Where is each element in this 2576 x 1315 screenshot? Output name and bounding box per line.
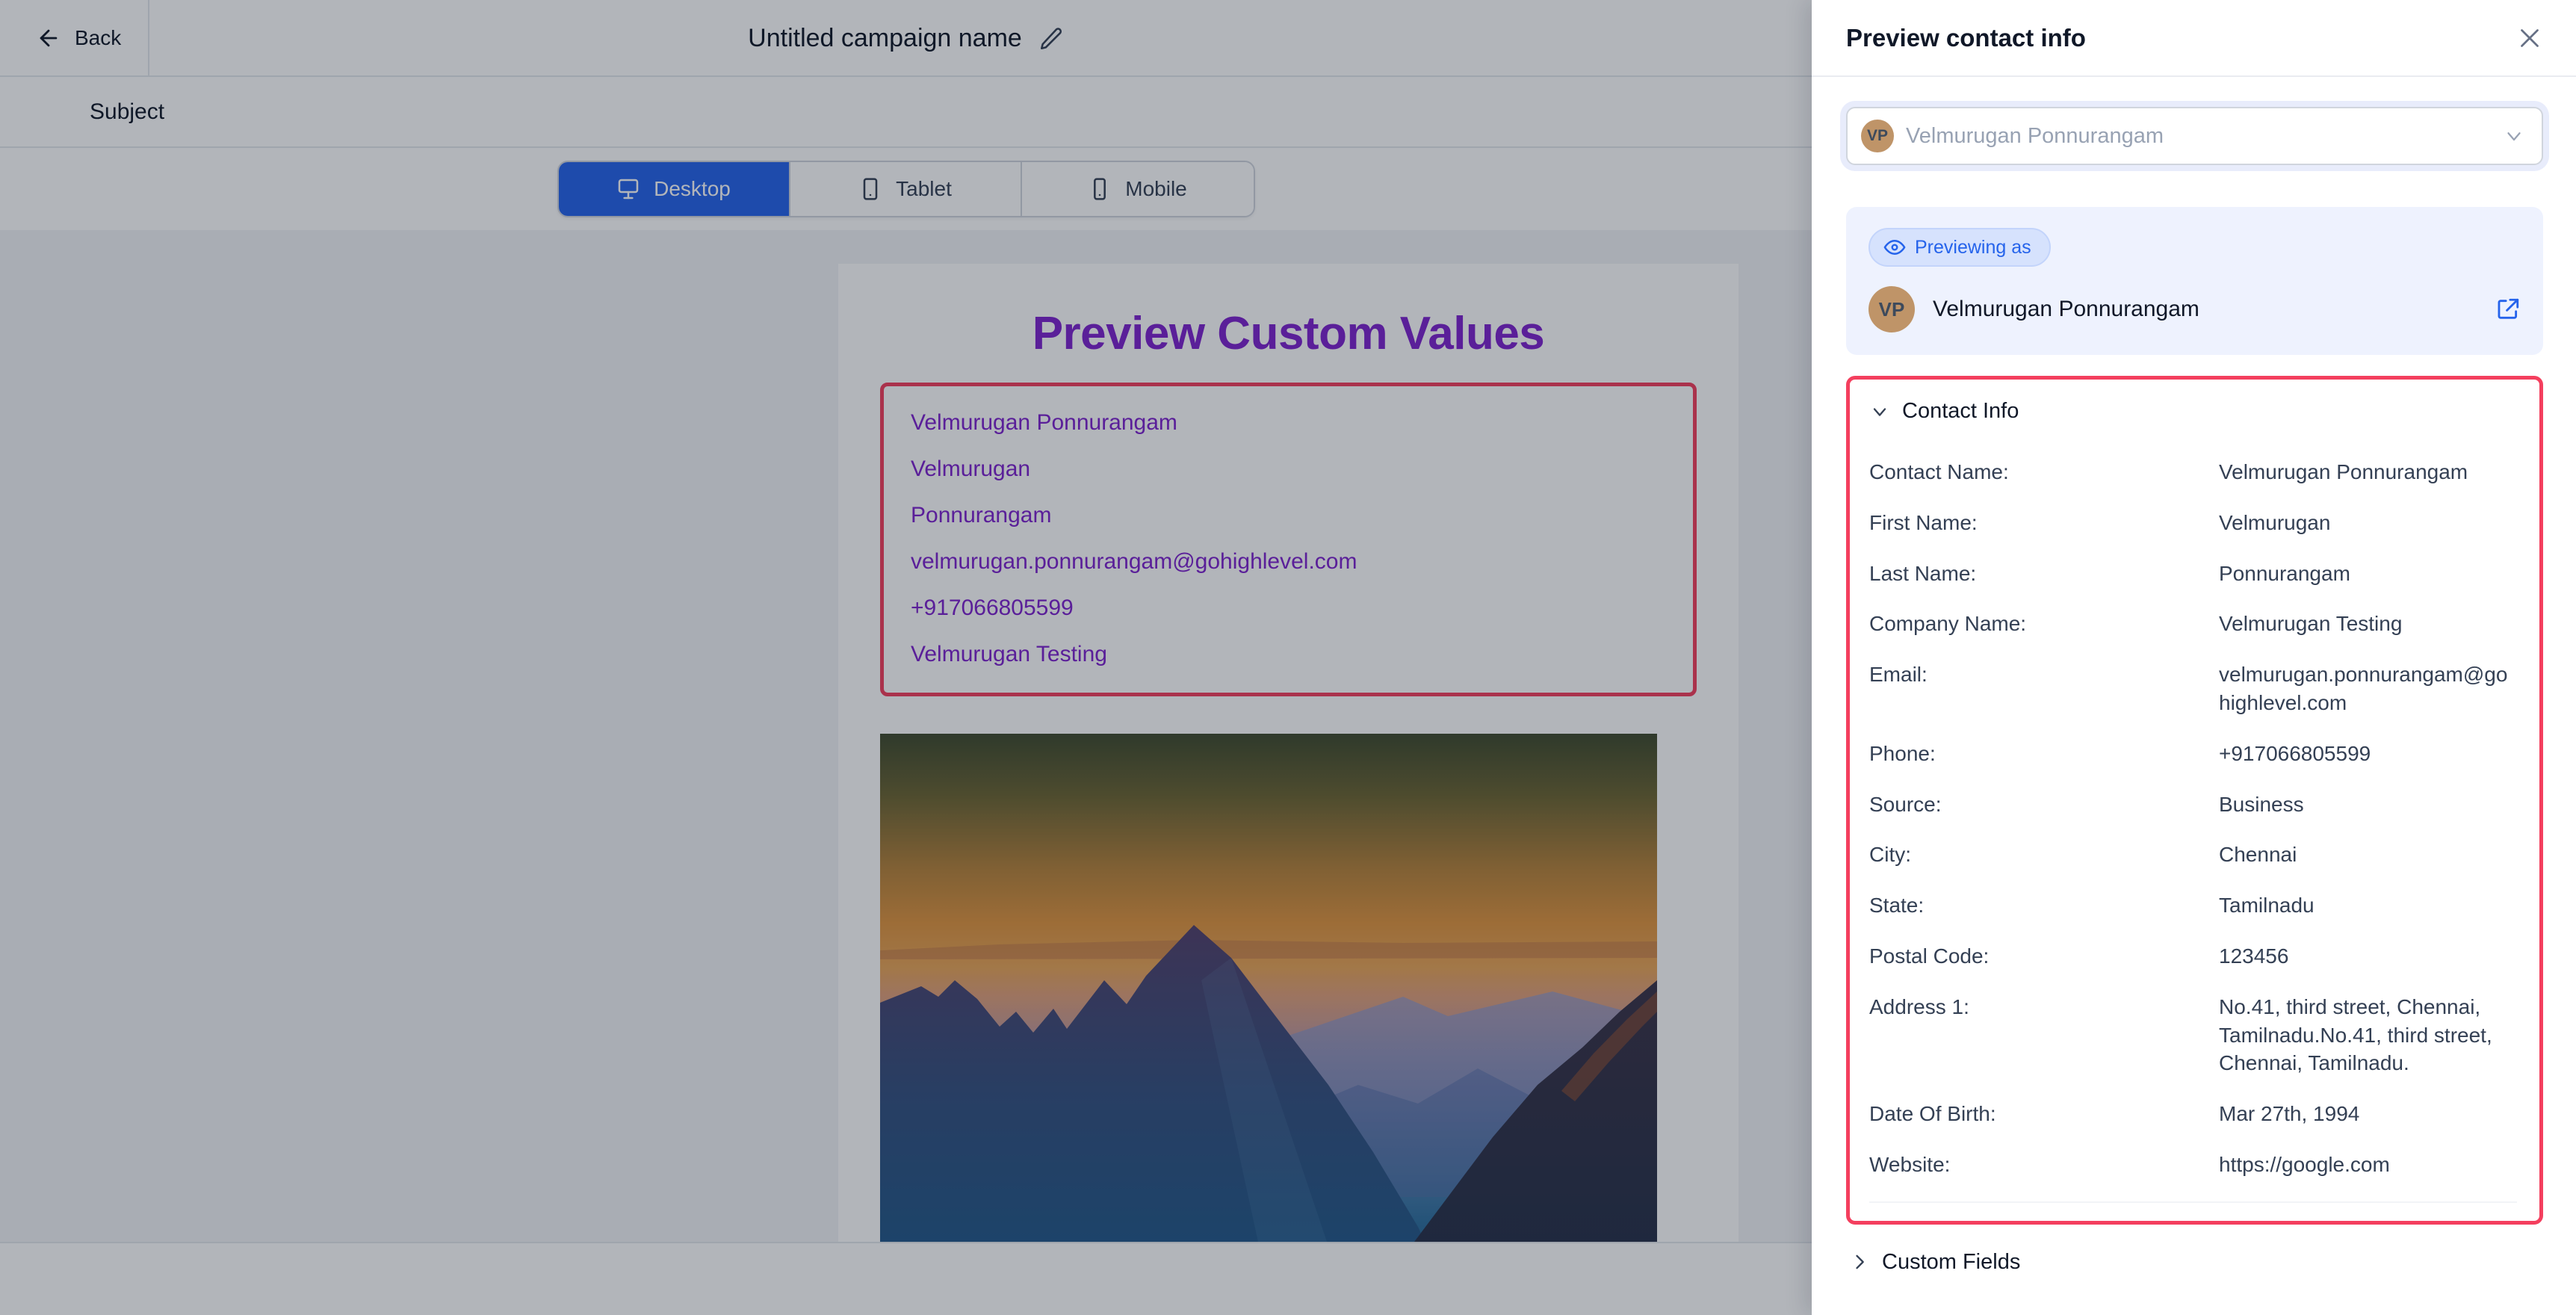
contact-field-label: Email: (1869, 663, 1928, 687)
custom-values-highlight-box: Velmurugan Ponnurangam Velmurugan Ponnur… (880, 383, 1697, 696)
contact-field-label: Date Of Birth: (1869, 1102, 1996, 1126)
contact-field-value: https://google.com (2219, 1152, 2390, 1176)
device-button-mobile[interactable]: Mobile (1021, 162, 1254, 216)
device-button-desktop[interactable]: Desktop (558, 162, 790, 216)
email-builder-background: Back Untitled campaign name Subject Desk… (0, 0, 1812, 1315)
contact-field-value: +917066805599 (2219, 741, 2371, 765)
contact-field-label: Company Name: (1869, 612, 2027, 636)
chevron-down-icon[interactable] (1869, 401, 1890, 422)
contact-field-label: Address 1: (1869, 994, 1969, 1018)
custom-value-line: +917066805599 (911, 595, 1074, 620)
subject-row: Subject (0, 77, 1812, 148)
back-label: Back (75, 25, 122, 49)
contact-field-value: Business (2219, 792, 2304, 816)
contact-field-row: Address 1: No.41, third street, Chennai,… (1869, 993, 2517, 1077)
contact-field-row: Source: Business (1869, 790, 2517, 819)
contact-field-row: Company Name: Velmurugan Testing (1869, 610, 2517, 638)
custom-value-line: Velmurugan Testing (911, 642, 1107, 666)
app-topbar: Back (0, 0, 1812, 77)
subject-label: Subject (90, 99, 165, 124)
device-toggle-container: Desktop Tablet Mobile (0, 148, 1812, 230)
email-hero-image (880, 734, 1657, 1290)
arrow-left-icon (36, 25, 61, 51)
edit-pencil-icon[interactable] (1038, 26, 1064, 52)
close-icon[interactable] (2516, 25, 2543, 52)
contact-field-label: Phone: (1869, 741, 1936, 765)
contact-field-row: First Name: Velmurugan (1869, 509, 2517, 537)
contact-field-label: First Name: (1869, 510, 1978, 534)
contact-field-label: Website: (1869, 1152, 1951, 1176)
section-divider (1869, 1201, 2517, 1203)
contact-field-value: velmurugan.ponnurangam@gohighlevel.com (2219, 663, 2508, 714)
external-link-icon[interactable] (2495, 297, 2521, 322)
contact-field-row: Contact Name: Velmurugan Ponnurangam (1869, 458, 2517, 486)
contact-field-value: No.41, third street, Chennai, Tamilnadu.… (2219, 994, 2492, 1075)
contact-field-row: City: Chennai (1869, 841, 2517, 869)
mobile-icon (1088, 177, 1112, 201)
custom-value-line: Velmurugan Ponnurangam (911, 410, 1177, 435)
contact-field-value: Ponnurangam (2219, 561, 2350, 585)
contact-field-value: Velmurugan (2219, 510, 2331, 534)
contact-field-label: Contact Name: (1869, 460, 2009, 483)
drawer-body: VP Velmurugan Ponnurangam Previewing as … (1812, 77, 2576, 1315)
previewing-as-label: Previewing as (1915, 236, 2031, 258)
contact-info-highlight-box: Contact Info Contact Name: Velmurugan Po… (1846, 376, 2543, 1225)
contact-info-section-title: Contact Info (1902, 399, 2019, 423)
contact-field-row: Email: velmurugan.ponnurangam@gohighleve… (1869, 660, 2517, 717)
contact-field-row: Postal Code: 123456 (1869, 942, 2517, 971)
tablet-icon (858, 177, 882, 201)
drawer-title: Preview contact info (1846, 23, 2086, 52)
previewing-contact-name: Velmurugan Ponnurangam (1933, 297, 2199, 321)
custom-value-line: Ponnurangam (911, 503, 1052, 527)
email-preview-canvas: Preview Custom Values Velmurugan Ponnura… (0, 230, 1812, 1315)
device-toggle-group: Desktop Tablet Mobile (557, 161, 1255, 217)
contact-field-value: 123456 (2219, 944, 2289, 968)
contact-field-row: Last Name: Ponnurangam (1869, 560, 2517, 588)
previewing-contact-row: VP Velmurugan Ponnurangam (1868, 286, 2521, 332)
back-button[interactable]: Back (0, 0, 149, 76)
contact-field-value: Velmurugan Ponnurangam (2219, 460, 2468, 483)
device-button-tablet[interactable]: Tablet (790, 162, 1022, 216)
custom-fields-section-header[interactable]: Custom Fields (1849, 1250, 2543, 1275)
contact-field-value: Chennai (2219, 843, 2297, 867)
email-body: Preview Custom Values Velmurugan Ponnura… (838, 264, 1739, 1315)
drawer-header: Preview contact info (1812, 0, 2576, 77)
contact-field-label: Last Name: (1869, 561, 1977, 585)
contact-field-row: Date Of Birth: Mar 27th, 1994 (1869, 1100, 2517, 1128)
contact-info-section-header[interactable]: Contact Info (1869, 399, 2517, 424)
contact-field-row: State: Tamilnadu (1869, 891, 2517, 920)
custom-value-line: velmurugan.ponnurangam@gohighlevel.com (911, 549, 1357, 574)
desktop-icon (616, 177, 640, 201)
device-button-desktop-label: Desktop (654, 177, 731, 200)
device-button-mobile-label: Mobile (1125, 177, 1187, 200)
contact-field-value: Mar 27th, 1994 (2219, 1102, 2360, 1126)
contact-field-label: City: (1869, 843, 1911, 867)
preview-contact-info-drawer: Preview contact info VP Velmurugan Ponnu… (1812, 0, 2576, 1315)
builder-footer (0, 1242, 1812, 1315)
contact-field-label: Source: (1869, 792, 1942, 816)
contact-select-value: Velmurugan Ponnurangam (1906, 123, 2164, 148)
contact-field-label: Postal Code: (1869, 944, 1990, 968)
contact-field-value: Tamilnadu (2219, 894, 2315, 918)
contact-field-value: Velmurugan Testing (2219, 612, 2403, 636)
device-button-tablet-label: Tablet (896, 177, 952, 200)
avatar: VP (1868, 286, 1915, 332)
email-heading: Preview Custom Values (1032, 308, 1545, 359)
previewing-as-card: Previewing as VP Velmurugan Ponnurangam (1846, 207, 2543, 355)
contact-field-row: Website: https://google.com (1869, 1151, 2517, 1179)
custom-value-line: Velmurugan (911, 457, 1031, 481)
chevron-down-icon[interactable] (2503, 125, 2525, 147)
custom-fields-section-title: Custom Fields (1882, 1249, 2021, 1274)
contact-select-input[interactable]: VP Velmurugan Ponnurangam (1846, 107, 2543, 165)
avatar: VP (1861, 120, 1894, 152)
chevron-right-icon[interactable] (1849, 1251, 1870, 1272)
eye-icon (1883, 236, 1906, 259)
contact-field-row: Phone: +917066805599 (1869, 740, 2517, 768)
contact-field-label: State: (1869, 894, 1925, 918)
previewing-as-badge: Previewing as (1868, 228, 2051, 267)
